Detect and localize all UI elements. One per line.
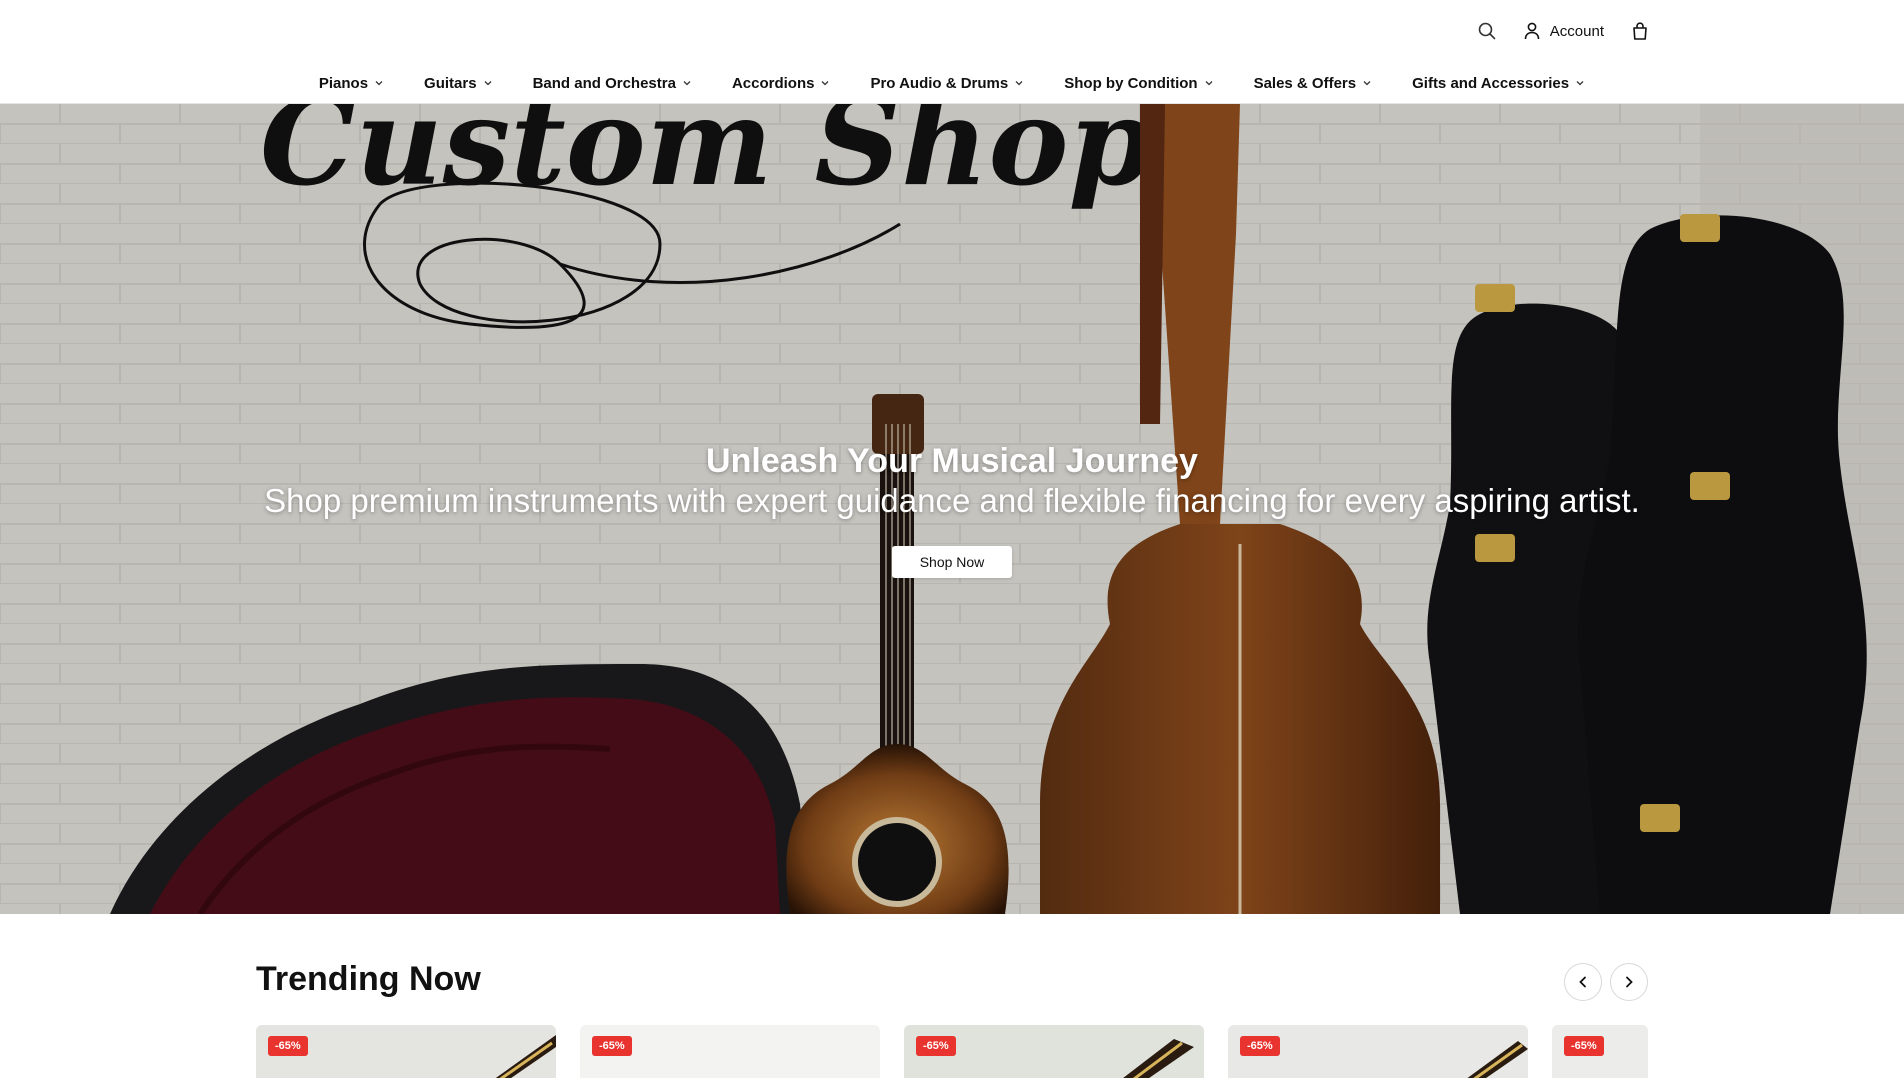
nav-item-pro-audio-drums[interactable]: Pro Audio & Drums [850,70,1044,96]
product-card[interactable]: -65% [904,1025,1204,1078]
account-link[interactable]: Account [1524,22,1604,40]
product-card[interactable]: -65% [1552,1025,1648,1078]
chevron-down-icon [821,81,829,86]
nav-label: Band and Orchestra [532,74,676,92]
nav-item-shop-by-condition[interactable]: Shop by Condition [1044,70,1233,96]
nav-label: Gifts and Accessories [1412,74,1570,92]
nav-label: Guitars [424,74,477,92]
cart-button[interactable] [1632,22,1648,40]
nav-label: Accordions [731,74,815,92]
search-button[interactable] [1478,22,1496,40]
account-label: Account [1549,22,1604,40]
trending-title: Trending Now [256,960,481,998]
main-nav: Pianos Guitars Band and Orchestra Accord… [0,70,1904,96]
nav-item-band-orchestra[interactable]: Band and Orchestra [513,70,712,96]
chevron-down-icon [484,81,492,86]
hero-banner: Custom Shop Unleash Your Musical Journey… [0,104,1904,914]
carousel-next-button[interactable] [1610,963,1648,1001]
carousel-prev-button[interactable] [1564,963,1602,1001]
chevron-down-icon [1576,81,1584,86]
nav-label: Sales & Offers [1253,74,1357,92]
discount-badge: -65% [592,1036,632,1056]
site-header: Account Pianos Guitars Band and Orchestr… [0,0,1904,104]
nav-item-sales-offers[interactable]: Sales & Offers [1234,70,1393,96]
nav-item-gifts-accessories[interactable]: Gifts and Accessories [1392,70,1605,96]
discount-badge: -65% [268,1036,308,1056]
discount-badge: -65% [916,1036,956,1056]
product-card[interactable]: -65% [256,1025,556,1078]
discount-badge: -65% [1240,1036,1280,1056]
nav-label: Shop by Condition [1064,74,1198,92]
discount-badge: -65% [1564,1036,1604,1056]
chevron-down-icon [1363,81,1371,86]
nav-item-accordions[interactable]: Accordions [712,70,851,96]
trending-carousel: -65% -65% -65% -65% -65% [256,1025,1648,1078]
nav-label: Pianos [318,74,369,92]
chevron-right-icon [1626,976,1633,988]
chevron-left-icon [1579,976,1586,988]
chevron-down-icon [375,81,383,86]
nav-item-guitars[interactable]: Guitars [404,70,513,96]
bag-icon [1633,22,1647,40]
product-card[interactable]: -65% [580,1025,880,1078]
shop-now-button[interactable]: Shop Now [892,546,1012,578]
search-icon [1478,22,1496,40]
chevron-down-icon [1015,81,1023,86]
nav-label: Pro Audio & Drums [870,74,1009,92]
product-card[interactable]: -65% [1228,1025,1528,1078]
utility-bar: Account [1478,14,1648,48]
hero-title: Unleash Your Musical Journey [706,442,1198,480]
user-icon [1524,22,1540,40]
chevron-down-icon [683,81,691,86]
hero-subtitle: Shop premium instruments with expert gui… [264,482,1640,519]
chevron-down-icon [1205,81,1213,86]
nav-item-pianos[interactable]: Pianos [299,70,404,96]
